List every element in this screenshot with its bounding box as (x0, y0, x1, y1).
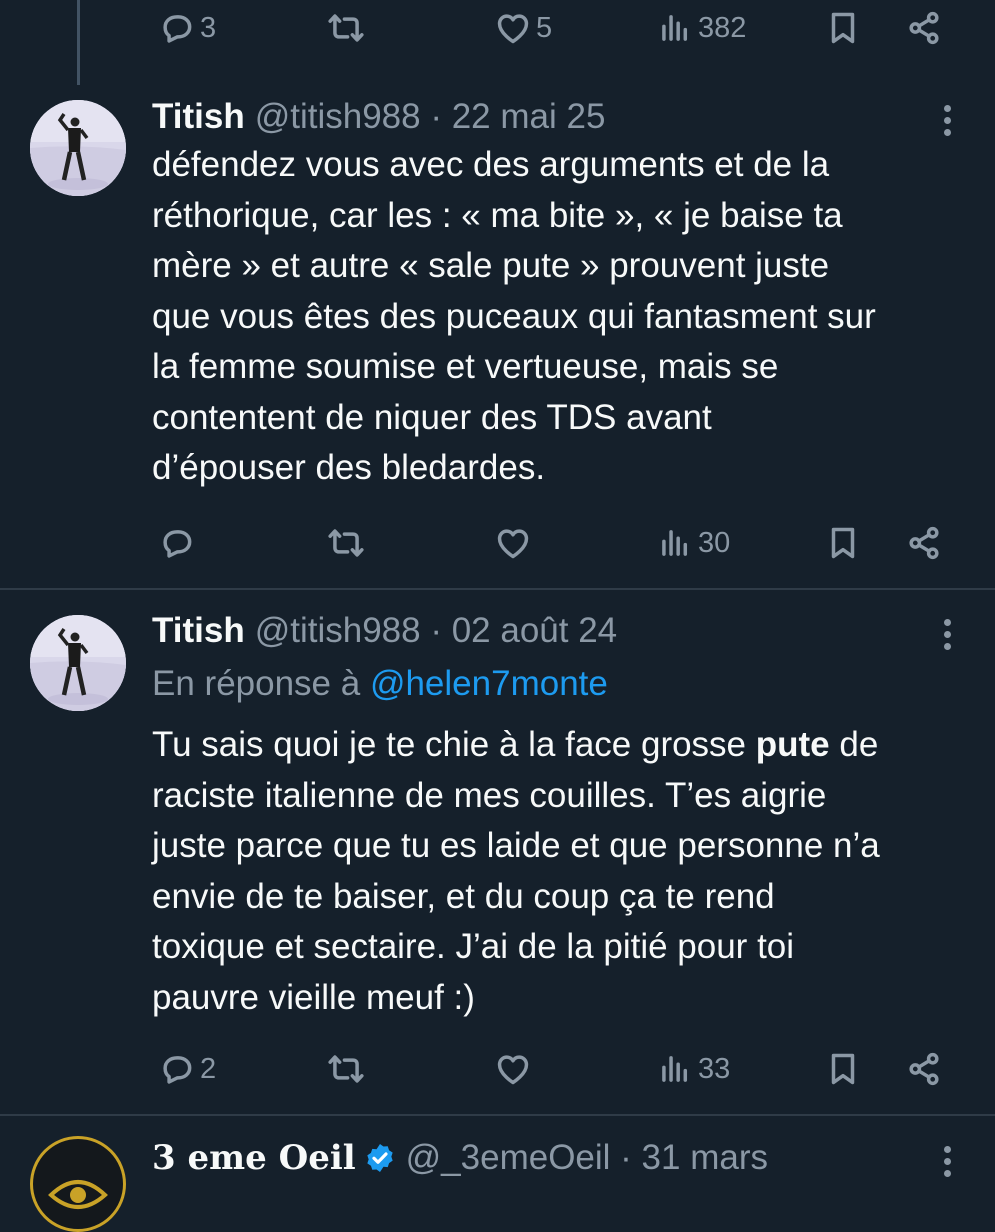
reply-icon (158, 1050, 196, 1088)
tweet-text-line: d’épouser des bledardes. (152, 448, 546, 487)
more-options-icon[interactable] (934, 105, 960, 141)
views-button[interactable]: 33 (656, 1044, 730, 1094)
reply-count: 3 (200, 11, 217, 44)
share-button[interactable] (905, 3, 943, 53)
reply-icon (158, 9, 196, 47)
tweet-text-line: raciste italienne de mes couilles. T’es … (152, 775, 827, 815)
share-icon (905, 524, 943, 562)
retweet-icon (327, 524, 365, 562)
tweet-text-line: défendez vous avec des arguments et de l… (152, 145, 830, 184)
handle-and-date[interactable]: @_3emeOeil · 31 mars (406, 1138, 768, 1178)
display-name[interactable]: 3 eme Oeil (152, 1138, 356, 1178)
retweet-button[interactable] (327, 3, 365, 53)
profile-photo (30, 615, 126, 711)
share-icon (905, 9, 943, 47)
views-button[interactable]: 382 (656, 3, 746, 53)
avatar[interactable] (30, 100, 126, 196)
retweet-button[interactable] (327, 1044, 365, 1094)
tweet-header: 3 eme Oeil @_3emeOeil · 31 mars (152, 1136, 768, 1180)
mention-link[interactable]: @helen7monte (370, 664, 608, 703)
like-button[interactable]: 5 (494, 3, 552, 53)
view-count: 30 (698, 526, 731, 559)
retweet-icon (327, 1050, 365, 1088)
tweet-text-line: réthorique, car les : « ma bite », « je … (152, 195, 843, 235)
tweet-text-line: envie de te baiser, et du coup ça te ren… (152, 876, 775, 916)
heart-icon (494, 9, 532, 47)
reply-context-label: En réponse à (152, 664, 370, 703)
tweet-text-line: la femme soumise et vertueuse, mais se (152, 347, 779, 386)
share-button[interactable] (905, 518, 943, 568)
reply-button[interactable]: 2 (158, 1044, 216, 1094)
share-icon (905, 1050, 943, 1088)
reply-context: En réponse à @helen7monte (152, 664, 608, 704)
tweet-text-line: toxique et sectaire. J’ai de la pitié po… (152, 927, 795, 966)
handle-and-date[interactable]: @titish988 · 02 août 24 (255, 611, 617, 651)
tweet-action-bar: 30 (0, 518, 995, 568)
bookmark-button[interactable] (824, 518, 862, 568)
display-name[interactable]: Titish (152, 611, 245, 651)
reply-button[interactable] (158, 518, 196, 568)
bookmark-icon (824, 9, 862, 47)
tweet-text-line: contentent de niquer des TDS avant (152, 397, 712, 437)
bold-text-segment: pute (755, 725, 830, 764)
tweet-action-bar: 2 33 (0, 1044, 995, 1094)
tweet-header: Titish @titish988 · 02 août 24 (152, 609, 617, 653)
bookmark-button[interactable] (824, 3, 862, 53)
more-options-icon[interactable] (934, 619, 960, 655)
tweet-text-line: Tu sais quoi je te chie à la face grosse… (152, 720, 982, 771)
bookmark-icon (824, 1050, 862, 1088)
bookmark-icon (824, 524, 862, 562)
heart-icon (494, 524, 532, 562)
tweet-text-line: juste parce que tu es laide et que perso… (152, 826, 880, 865)
tweet-text-line: pauvre vieille meuf :) (152, 977, 475, 1017)
display-name[interactable]: Titish (152, 97, 245, 137)
divider (0, 1114, 995, 1116)
eye-logo-icon (48, 1180, 108, 1209)
view-count: 33 (698, 1052, 731, 1085)
handle-and-date[interactable]: @titish988 · 22 mai 25 (255, 97, 606, 137)
bookmark-button[interactable] (824, 1044, 862, 1094)
bar-chart-icon (656, 1050, 694, 1088)
heart-icon (494, 1050, 532, 1088)
like-button[interactable] (494, 518, 532, 568)
views-button[interactable]: 30 (656, 518, 730, 568)
verified-badge-icon (366, 1144, 393, 1172)
tweet-text-line: que vous êtes des puceaux qui fantasment… (152, 296, 876, 336)
text-segment: Tu sais quoi je te chie à la face grosse (152, 725, 756, 764)
reply-icon (158, 524, 196, 562)
divider (0, 588, 995, 590)
tweet-header: Titish @titish988 · 22 mai 25 (152, 95, 605, 139)
retweet-icon (327, 9, 365, 47)
previous-tweet-action-bar: 3 5 382 (0, 3, 995, 53)
more-options-icon[interactable] (934, 1146, 960, 1182)
bar-chart-icon (656, 9, 694, 47)
tweet-text: défendez vous avec des arguments et de l… (152, 140, 982, 494)
like-count: 5 (536, 11, 553, 44)
retweet-button[interactable] (327, 518, 365, 568)
bar-chart-icon (656, 524, 694, 562)
reply-count: 2 (200, 1052, 217, 1085)
text-segment: de (829, 725, 879, 764)
share-button[interactable] (905, 1044, 943, 1094)
like-button[interactable] (494, 1044, 532, 1094)
tweet-text-line: mère » et autre « sale pute » prouvent j… (152, 246, 830, 285)
tweet-text: Tu sais quoi je te chie à la face grosse… (152, 720, 982, 1023)
avatar[interactable] (30, 615, 126, 711)
reply-button[interactable]: 3 (158, 3, 216, 53)
view-count: 382 (698, 11, 747, 44)
avatar[interactable] (30, 1136, 126, 1232)
profile-photo (30, 100, 126, 196)
